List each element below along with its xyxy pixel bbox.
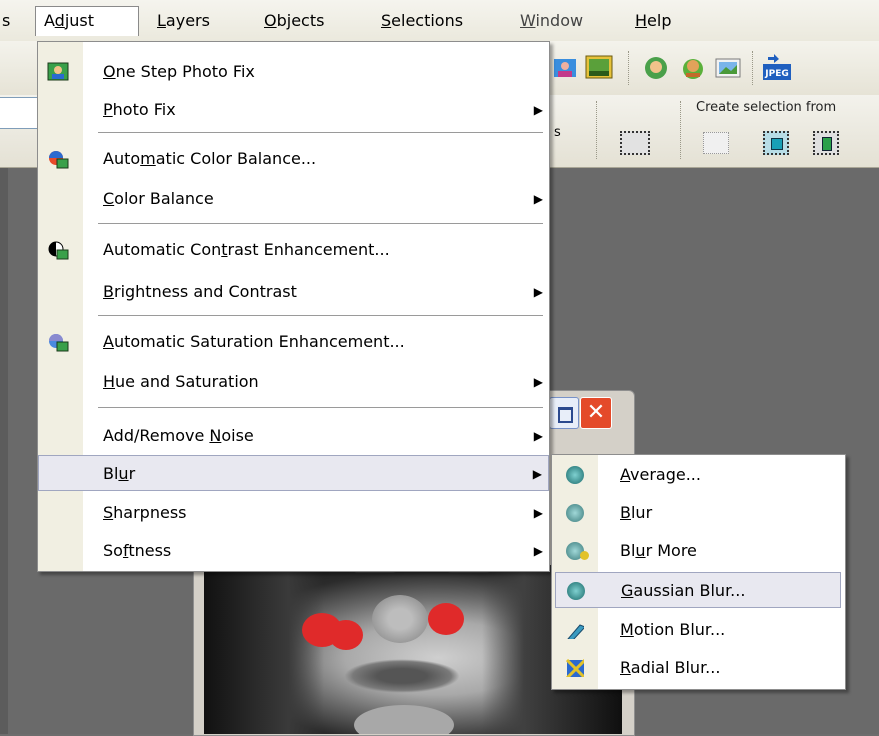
menu-item-label: Automatic Color Balance... (103, 149, 317, 168)
submenu-arrow-icon: ▶ (533, 103, 543, 117)
toolbar-text-fragment: s (554, 125, 561, 140)
submenu-arrow-icon: ▶ (533, 285, 543, 299)
maximize-button[interactable] (549, 397, 579, 429)
close-icon: ✕ (586, 400, 606, 425)
blush-mark (329, 620, 363, 650)
submenu-arrow-icon: ▶ (533, 506, 543, 520)
contrast-icon (48, 241, 69, 260)
menu-divider (98, 407, 543, 408)
submenu-arrow-icon: ▶ (533, 375, 543, 389)
menu-item-color-balance[interactable]: Color Balance ▶ (38, 181, 549, 217)
menu-window[interactable]: Window (512, 6, 591, 36)
tool-option-field[interactable] (0, 97, 41, 129)
menu-item-label: Automatic Contrast Enhancement... (103, 240, 390, 259)
selection-from-layer-icon[interactable] (763, 131, 789, 155)
photo-nose (372, 595, 428, 643)
menu-item-label: Gaussian Blur... (621, 581, 746, 600)
menu-item-automatic-color-balance[interactable]: Automatic Color Balance... (38, 141, 549, 177)
menu-item-softness[interactable]: Softness ▶ (38, 533, 549, 569)
menu-item-label: Brightness and Contrast (103, 282, 297, 301)
export-jpeg-icon[interactable]: JPEG (762, 53, 792, 83)
menu-divider (98, 132, 543, 133)
menu-divider (98, 223, 543, 224)
menu-item-blur[interactable]: Blur ▶ (38, 455, 549, 491)
menu-item-label: Add/Remove Noise (103, 426, 254, 445)
menu-item-label: Softness (103, 541, 172, 560)
toolbar-separator (628, 51, 631, 85)
menu-item-label: Blur More (620, 541, 697, 560)
photo-hair-left (204, 565, 324, 734)
menu-help[interactable]: Help (627, 6, 679, 36)
menu-item-automatic-contrast[interactable]: Automatic Contrast Enhancement... (38, 232, 549, 268)
motion-blur-icon (567, 624, 584, 639)
menu-item-label: One Step Photo Fix (103, 62, 255, 81)
photo-chin (354, 705, 454, 734)
menu-item-motion-blur[interactable]: Motion Blur... (552, 612, 845, 648)
workspace-edge (0, 168, 8, 734)
radial-blur-icon (566, 659, 584, 677)
menu-item-sharpness[interactable]: Sharpness ▶ (38, 495, 549, 531)
select-all-icon[interactable] (620, 131, 650, 155)
menu-item-one-step-photo-fix[interactable]: One Step Photo Fix (38, 54, 549, 90)
toolbar-separator (596, 101, 599, 159)
saturation-icon (49, 334, 69, 352)
submenu-arrow-icon: ▶ (533, 192, 543, 206)
menu-adjust[interactable]: Adjust (35, 6, 139, 36)
create-selection-label: Create selection from (696, 100, 837, 115)
plus-badge-icon (580, 551, 589, 560)
menu-item-label: Average... (620, 465, 701, 484)
picture-frame-icon[interactable] (715, 56, 741, 82)
blur-icon (566, 504, 584, 522)
menu-objects[interactable]: Objects (256, 6, 332, 36)
landscape-photo-icon[interactable] (585, 53, 613, 79)
menu-item-hue-saturation[interactable]: Hue and Saturation ▶ (38, 364, 549, 400)
menu-item-label: Color Balance (103, 189, 214, 208)
menu-item-average[interactable]: Average... (552, 457, 845, 493)
menu-item-add-remove-noise[interactable]: Add/Remove Noise ▶ (38, 418, 549, 454)
toolbar-separator (680, 101, 683, 159)
one-step-fix-icon (47, 62, 69, 81)
menu-bar: s Adjust Layers Objects Selections Windo… (0, 0, 879, 42)
submenu-arrow-icon: ▶ (532, 467, 542, 481)
menu-item-radial-blur[interactable]: Radial Blur... (552, 650, 845, 686)
menu-item-partial[interactable]: s (0, 6, 18, 36)
menu-item-label: Blur (620, 503, 653, 522)
red-eye-icon[interactable] (680, 55, 706, 81)
submenu-arrow-icon: ▶ (533, 544, 543, 558)
selection-from-object-icon[interactable] (813, 131, 839, 155)
menu-item-label: Automatic Saturation Enhancement... (103, 332, 405, 351)
menu-item-label: Radial Blur... (620, 658, 721, 677)
average-blur-icon (566, 466, 584, 484)
blur-submenu: Average... Blur Blur More Gaussian Blur.… (551, 454, 846, 690)
menu-item-automatic-saturation[interactable]: Automatic Saturation Enhancement... (38, 324, 549, 360)
menu-item-brightness-contrast[interactable]: Brightness and Contrast ▶ (38, 274, 549, 310)
menu-item-label: Blur (103, 464, 136, 483)
selection-from-image-icon[interactable] (703, 132, 729, 154)
toolbar-separator (752, 51, 755, 85)
menu-item-label: Photo Fix (103, 100, 176, 119)
close-button[interactable]: ✕ (580, 397, 612, 429)
jpeg-label: JPEG (764, 69, 788, 79)
menu-item-blur-simple[interactable]: Blur (552, 495, 845, 531)
person-photo-icon[interactable] (552, 55, 578, 81)
adjust-menu: One Step Photo Fix Photo Fix ▶ Automatic… (37, 41, 550, 572)
gaussian-blur-icon (567, 582, 585, 600)
menu-item-gaussian-blur[interactable]: Gaussian Blur... (555, 572, 841, 608)
menu-layers[interactable]: Layers (149, 6, 218, 36)
photo-lips (344, 659, 460, 693)
menu-item-label: Motion Blur... (620, 620, 726, 639)
menu-divider (98, 315, 543, 316)
menu-selections[interactable]: Selections (373, 6, 471, 36)
submenu-arrow-icon: ▶ (533, 429, 543, 443)
menu-item-photo-fix[interactable]: Photo Fix ▶ (38, 92, 549, 128)
color-balance-icon (49, 151, 69, 169)
menu-item-label: Hue and Saturation (103, 372, 259, 391)
menu-item-blur-more[interactable]: Blur More (552, 533, 845, 569)
menu-item-label: Sharpness (103, 503, 187, 522)
face-retouch-icon[interactable] (643, 55, 669, 81)
blush-mark (428, 603, 464, 635)
